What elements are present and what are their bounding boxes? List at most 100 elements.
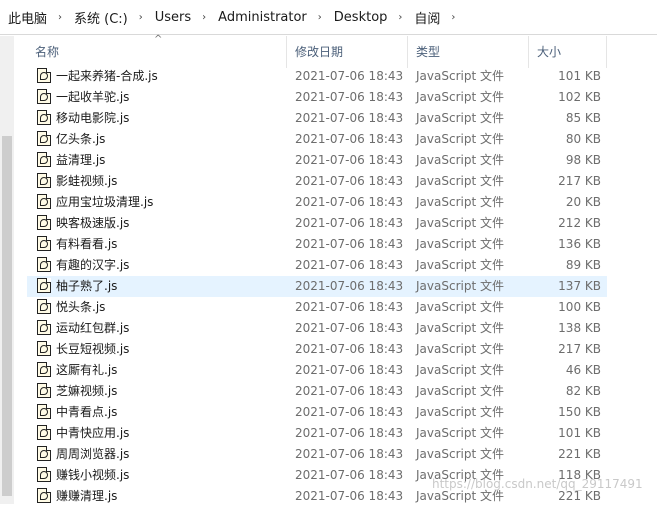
file-name[interactable]: 中青快应用.js [56, 423, 129, 444]
file-type: JavaScript 文件 [416, 300, 504, 314]
file-size: 102 KB [558, 90, 601, 104]
file-name[interactable]: 映客极速版.js [56, 213, 129, 234]
chevron-right-icon[interactable]: › [398, 12, 402, 23]
chevron-right-icon[interactable]: › [451, 12, 455, 23]
file-name[interactable]: 有料看看.js [56, 234, 117, 255]
file-size: 46 KB [565, 363, 601, 377]
file-name[interactable]: 应用宝垃圾清理.js [56, 192, 153, 213]
file-row[interactable]: 悦头条.js 2021-07-06 18:43 JavaScript 文件 100 K… [27, 297, 607, 318]
file-row[interactable]: 移动电影院.js 2021-07-06 18:43 JavaScript 文件 85 … [27, 108, 607, 129]
file-row[interactable]: 亿头条.js 2021-07-06 18:43 JavaScript 文件 80 KB [27, 129, 607, 150]
file-row[interactable]: 一起来养猪-合成.js 2021-07-06 18:43 JavaScript 文件… [27, 66, 607, 87]
file-name[interactable]: 运动红包群.js [56, 318, 129, 339]
file-name[interactable]: 长豆短视频.js [56, 339, 129, 360]
breadcrumb-drive-c[interactable]: 系统 (C:) [72, 8, 130, 27]
file-name[interactable]: 赚钱小视频.js [56, 465, 129, 486]
javascript-file-icon [37, 488, 51, 503]
javascript-file-icon [37, 425, 51, 440]
file-name[interactable]: 悦头条.js [56, 297, 105, 318]
file-row[interactable]: 有料看看.js 2021-07-06 18:43 JavaScript 文件 136 … [27, 234, 607, 255]
file-list: 一起来养猪-合成.js 2021-07-06 18:43 JavaScript 文件… [27, 66, 607, 507]
file-row[interactable]: 运动红包群.js 2021-07-06 18:43 JavaScript 文件 138… [27, 318, 607, 339]
vertical-scrollbar[interactable] [0, 36, 14, 504]
file-name[interactable]: 这厮有礼.js [56, 360, 117, 381]
file-row[interactable]: 芝嫲视频.js 2021-07-06 18:43 JavaScript 文件 82 K… [27, 381, 607, 402]
file-row[interactable]: 益清理.js 2021-07-06 18:43 JavaScript 文件 98 KB [27, 150, 607, 171]
file-type: JavaScript 文件 [416, 153, 504, 167]
chevron-right-icon[interactable]: › [202, 12, 206, 23]
file-name[interactable]: 影蛙视频.js [56, 171, 117, 192]
file-modified-date: 2021-07-06 18:43 [295, 69, 404, 83]
file-size: 217 KB [558, 174, 601, 188]
breadcrumb-administrator[interactable]: Administrator [216, 10, 309, 25]
file-modified-date: 2021-07-06 18:43 [295, 111, 404, 125]
file-type: JavaScript 文件 [416, 111, 504, 125]
file-type: JavaScript 文件 [416, 216, 504, 230]
file-row[interactable]: 应用宝垃圾清理.js 2021-07-06 18:43 JavaScript 文件 2… [27, 192, 607, 213]
breadcrumb-current-folder[interactable]: 自阅 [412, 8, 442, 27]
file-modified-date: 2021-07-06 18:43 [295, 258, 404, 272]
file-size: 80 KB [565, 132, 601, 146]
file-modified-date: 2021-07-06 18:43 [295, 195, 404, 209]
file-modified-date: 2021-07-06 18:43 [295, 363, 404, 377]
chevron-right-icon[interactable]: › [139, 12, 143, 23]
breadcrumb-users[interactable]: Users [153, 10, 193, 25]
file-modified-date: 2021-07-06 18:43 [295, 321, 404, 335]
javascript-file-icon [37, 68, 51, 83]
file-row[interactable]: 周周浏览器.js 2021-07-06 18:43 JavaScript 文件 221… [27, 444, 607, 465]
file-name[interactable]: 柚子熟了.js [56, 276, 117, 297]
file-modified-date: 2021-07-06 18:43 [295, 237, 404, 251]
javascript-file-icon [37, 236, 51, 251]
file-name[interactable]: 周周浏览器.js [56, 444, 129, 465]
breadcrumb-desktop[interactable]: Desktop [332, 10, 390, 25]
file-row[interactable]: 长豆短视频.js 2021-07-06 18:43 JavaScript 文件 217… [27, 339, 607, 360]
file-row[interactable]: 中青快应用.js 2021-07-06 18:43 JavaScript 文件 101… [27, 423, 607, 444]
file-size: 217 KB [558, 342, 601, 356]
file-row[interactable]: 柚子熟了.js 2021-07-06 18:43 JavaScript 文件 137 … [27, 276, 607, 297]
javascript-file-icon [37, 278, 51, 293]
scrollbar-thumb[interactable] [2, 136, 12, 496]
file-modified-date: 2021-07-06 18:43 [295, 279, 404, 293]
file-size: 100 KB [558, 300, 601, 314]
file-row[interactable]: 有趣的汉字.js 2021-07-06 18:43 JavaScript 文件 89 … [27, 255, 607, 276]
file-modified-date: 2021-07-06 18:43 [295, 90, 404, 104]
chevron-right-icon[interactable]: › [318, 12, 322, 23]
chevron-right-icon[interactable]: › [58, 12, 62, 23]
sort-ascending-icon: ^ [154, 34, 163, 45]
file-modified-date: 2021-07-06 18:43 [295, 174, 404, 188]
file-size: 137 KB [558, 279, 601, 293]
file-type: JavaScript 文件 [416, 90, 504, 104]
file-name[interactable]: 亿头条.js [56, 129, 105, 150]
file-modified-date: 2021-07-06 18:43 [295, 342, 404, 356]
file-name[interactable]: 一起收羊驼.js [56, 87, 129, 108]
file-row[interactable]: 一起收羊驼.js 2021-07-06 18:43 JavaScript 文件 102… [27, 87, 607, 108]
file-name[interactable]: 移动电影院.js [56, 108, 129, 129]
file-row[interactable]: 影蛙视频.js 2021-07-06 18:43 JavaScript 文件 217 … [27, 171, 607, 192]
column-header-type[interactable]: 类型 [408, 36, 529, 68]
file-type: JavaScript 文件 [416, 426, 504, 440]
address-bar[interactable]: 此电脑 › 系统 (C:) › Users › Administrator › … [0, 0, 657, 35]
file-size: 221 KB [558, 447, 601, 461]
file-name[interactable]: 中青看点.js [56, 402, 117, 423]
column-header-size-label: 大小 [537, 45, 562, 59]
watermark: https://blog.csdn.net/qq_29117491 [432, 477, 643, 491]
file-type: JavaScript 文件 [416, 195, 504, 209]
file-modified-date: 2021-07-06 18:43 [295, 132, 404, 146]
column-header-date[interactable]: 修改日期 [287, 36, 408, 68]
javascript-file-icon [37, 383, 51, 398]
breadcrumb-this-pc[interactable]: 此电脑 [6, 8, 49, 27]
file-name[interactable]: 益清理.js [56, 150, 105, 171]
file-row[interactable]: 这厮有礼.js 2021-07-06 18:43 JavaScript 文件 46 K… [27, 360, 607, 381]
file-type: JavaScript 文件 [416, 132, 504, 146]
file-name[interactable]: 一起来养猪-合成.js [56, 66, 158, 87]
file-name[interactable]: 芝嫲视频.js [56, 381, 117, 402]
file-row[interactable]: 中青看点.js 2021-07-06 18:43 JavaScript 文件 150 … [27, 402, 607, 423]
column-header-size[interactable]: 大小 [529, 36, 607, 68]
file-type: JavaScript 文件 [416, 363, 504, 377]
javascript-file-icon [37, 362, 51, 377]
file-size: 85 KB [565, 111, 601, 125]
file-modified-date: 2021-07-06 18:43 [295, 384, 404, 398]
file-row[interactable]: 映客极速版.js 2021-07-06 18:43 JavaScript 文件 212… [27, 213, 607, 234]
column-header-name[interactable]: 名称 ^ [27, 34, 287, 68]
file-name[interactable]: 有趣的汉字.js [56, 255, 129, 276]
